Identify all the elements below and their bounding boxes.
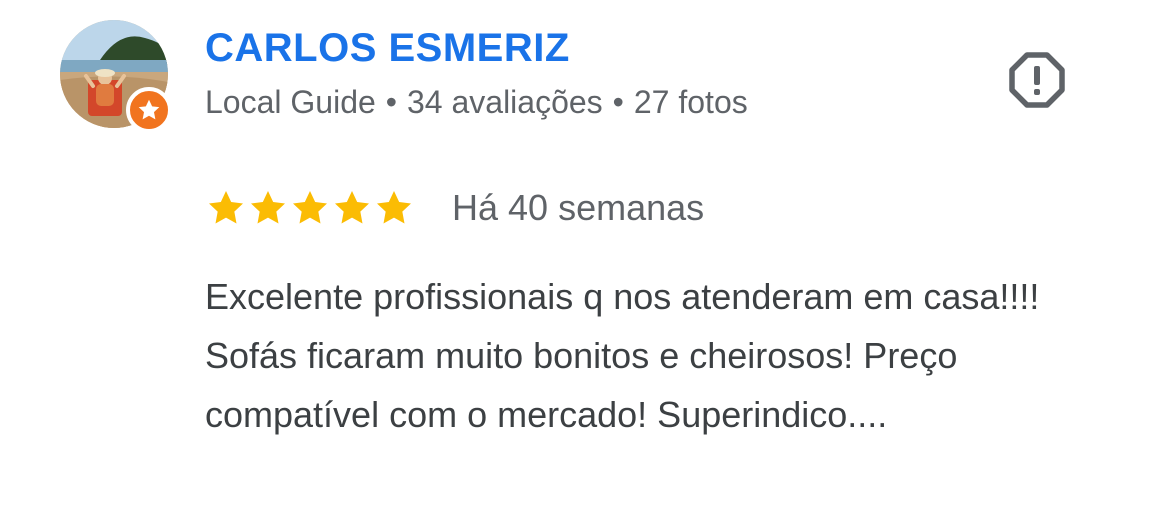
report-octagon-exclamation-icon xyxy=(1009,52,1065,108)
review-date: Há 40 semanas xyxy=(452,187,705,228)
star-icon xyxy=(209,191,243,224)
star-icon xyxy=(293,191,327,224)
review-text: Excelente profissionais q nos atenderam … xyxy=(205,276,1040,435)
author-name[interactable]: CARLOS ESMERIZ xyxy=(205,26,570,71)
photos-count: 27 fotos xyxy=(633,84,748,120)
author-avatar-container[interactable] xyxy=(60,20,172,133)
star-rating xyxy=(206,188,414,228)
star-icon xyxy=(377,191,411,224)
report-review-button[interactable] xyxy=(1005,50,1069,110)
local-guide-badge xyxy=(126,87,172,133)
rating-row: Há 40 semanas xyxy=(206,184,704,232)
meta-separator: • xyxy=(385,84,397,120)
local-guide-label: Local Guide xyxy=(205,84,376,120)
author-meta: Local Guide • 34 avaliações • 27 fotos xyxy=(205,84,748,121)
local-guide-star-icon xyxy=(138,99,160,120)
star-icon xyxy=(251,191,285,224)
meta-separator: • xyxy=(612,84,624,120)
star-icon xyxy=(335,191,369,224)
reviews-count: 34 avaliações xyxy=(406,84,603,120)
